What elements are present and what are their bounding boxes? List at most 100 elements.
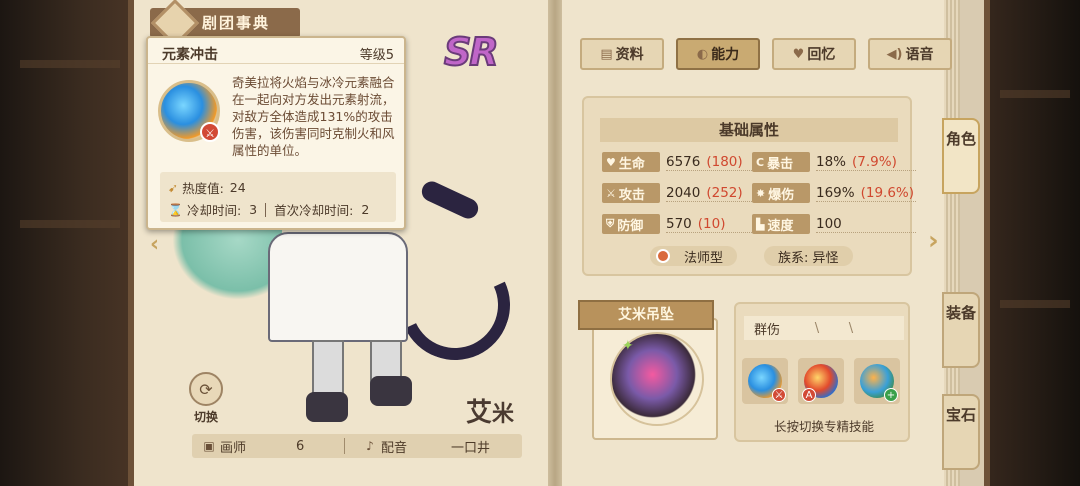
skill-tag-empty: \: [814, 320, 820, 336]
tab-voice-label: 语音: [905, 47, 934, 63]
skill-level: 等级5: [359, 48, 394, 63]
skill-tag-aoe: 群伤: [754, 322, 781, 338]
tab-profile[interactable]: ▤ 资料: [580, 38, 664, 70]
skill-description: 奇美拉将火焰与冰冷元素融合在一起向对方发出元素射流，对敌方全体造成131%的攻击…: [232, 75, 395, 158]
skill-tags: 群伤 \ \: [744, 316, 904, 340]
stat-crit-bonus: (7.9%): [852, 153, 897, 170]
stat-speed: ▙ 速度 100: [752, 214, 916, 234]
voice-actor-name: 一口井: [451, 440, 491, 456]
hourglass-icon: ⌛: [168, 202, 183, 217]
stat-speed-label: ▙ 速度: [752, 214, 810, 234]
prev-page-arrow-icon[interactable]: ‹: [150, 232, 159, 257]
credits-bar: ▣ 画师 6 ♪ 配音 一口井: [192, 434, 522, 458]
stat-critdmg-value: 169% (19.6%): [816, 185, 916, 202]
stat-speed-value: 100: [816, 216, 916, 233]
book-spine: [548, 0, 562, 486]
artist-label: 画师: [220, 440, 247, 456]
stat-critdmg-label-text: 爆伤: [768, 187, 795, 203]
heat-row: ➹ 热度值: 24: [168, 178, 246, 197]
stat-critdmg-label: ✸ 爆伤: [752, 183, 810, 203]
side-tab-gem[interactable]: 宝石: [942, 394, 980, 470]
credits-divider: [344, 438, 346, 454]
sword-badge-icon: ⚔: [772, 388, 786, 402]
cooldown-value: 3: [249, 202, 258, 217]
stat-atk-number: 2040: [666, 184, 701, 201]
document-icon: ▤: [600, 46, 613, 62]
next-page-arrow-icon[interactable]: ›: [928, 226, 939, 256]
rarity-badge: SR: [443, 29, 500, 75]
skill-tag-empty: \: [848, 320, 854, 336]
skill-tooltip: 元素冲击 等级5 ⚔ 奇美拉将火焰与冰冷元素融合在一起向对方发出元素射流，对敌方…: [146, 36, 406, 230]
class-type-chip: 法师型: [650, 246, 738, 266]
stat-crit: C 暴击 18% (7.9%): [752, 152, 916, 172]
skill-name: 元素冲击: [162, 47, 218, 63]
divider: [265, 202, 267, 217]
character-shoe: [370, 376, 412, 406]
flame-icon: ➹: [168, 180, 179, 195]
shelf-decor: [1000, 90, 1070, 98]
class-type-text: 法师型: [684, 250, 724, 266]
stat-speed-label-text: 速度: [767, 218, 794, 234]
switch-label: 切换: [193, 410, 218, 424]
stat-critdmg-number: 169%: [816, 184, 855, 201]
cooldown-label: 冷却时间:: [186, 203, 242, 218]
skill-hint: 长按切换专精技能: [773, 419, 874, 434]
first-cooldown-label: 首次冷却时间:: [274, 203, 354, 218]
stat-atk-label: ⚔ 攻击: [602, 183, 660, 203]
skill-slot-3[interactable]: +: [854, 358, 900, 404]
top-tabs: ▤ 资料 ◐ 能力 ♥ 回忆 ◀) 语音: [580, 38, 952, 70]
stat-atk-bonus: (252): [706, 184, 743, 201]
stat-hp-bonus: (180): [706, 153, 743, 170]
stat-def-bonus: (10): [697, 215, 726, 232]
shelf-decor: [1000, 300, 1070, 308]
stat-atk-label-text: 攻击: [618, 187, 645, 203]
character-name-rest: 米: [492, 402, 515, 427]
tab-ability-label: 能力: [711, 47, 740, 63]
burst-icon: ✸: [756, 186, 766, 200]
tab-voice[interactable]: ◀) 语音: [868, 38, 952, 70]
mage-type-icon: [656, 249, 670, 263]
crit-icon: C: [756, 155, 765, 169]
race-chip: 族系: 异怪: [764, 246, 853, 266]
attributes-title: 基础属性: [600, 118, 898, 142]
character-name-first: 艾: [466, 398, 493, 428]
stat-critdmg: ✸ 爆伤 169% (19.6%): [752, 183, 916, 203]
skill-icons: ⚔ A +: [742, 358, 900, 404]
voice-label: 配音: [381, 440, 408, 456]
tab-memory-label: 回忆: [807, 47, 836, 63]
pendant-card[interactable]: [592, 318, 718, 440]
stat-crit-value: 18% (7.9%): [816, 154, 916, 171]
first-cooldown-value: 2: [361, 202, 370, 217]
tab-ability[interactable]: ◐ 能力: [676, 38, 760, 70]
shelf-decor: [20, 220, 120, 228]
character-body[interactable]: [268, 232, 408, 342]
stat-hp-label: ♥ 生命: [602, 152, 660, 172]
shelf-decor: [20, 60, 120, 68]
sword-icon: ⚔: [606, 186, 616, 200]
skill-slot-1[interactable]: ⚔: [742, 358, 788, 404]
boot-icon: ▙: [756, 217, 765, 231]
heart-icon: ♥: [792, 46, 805, 62]
side-tab-character[interactable]: 角色: [942, 118, 980, 194]
ability-icon: ◐: [696, 46, 709, 62]
side-tab-equipment[interactable]: 装备: [942, 292, 980, 368]
tab-memory[interactable]: ♥ 回忆: [772, 38, 856, 70]
microphone-icon: ♪: [366, 439, 374, 453]
stat-speed-number: 100: [816, 215, 842, 232]
stat-crit-label-text: 暴击: [767, 156, 794, 172]
skill-stats: ➹ 热度值: 24 ⌛ 冷却时间: 3 首次冷却时间: 2: [160, 172, 396, 222]
race-text: 族系: 异怪: [778, 250, 839, 266]
stat-def-number: 570: [666, 215, 692, 232]
stat-hp-number: 6576: [666, 153, 701, 170]
stat-def-value: 570 (10): [666, 216, 766, 233]
stat-critdmg-bonus: (19.6%): [860, 184, 915, 201]
plus-badge-icon: +: [884, 388, 898, 402]
skill-slot-2[interactable]: A: [798, 358, 844, 404]
artist-icon: ▣: [203, 439, 215, 453]
character-name: 艾米: [466, 392, 514, 429]
stat-crit-number: 18%: [816, 153, 847, 170]
switch-button[interactable]: ⟳ 切换: [182, 372, 230, 424]
sparkle-icon: ✦: [622, 338, 634, 354]
stat-hp-value: 6576 (180): [666, 154, 766, 171]
stat-crit-label: C 暴击: [752, 152, 810, 172]
